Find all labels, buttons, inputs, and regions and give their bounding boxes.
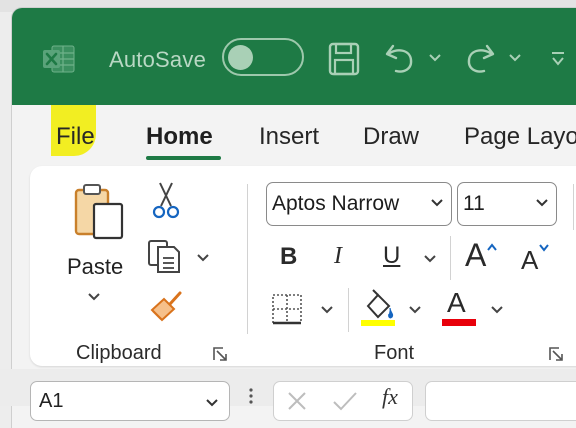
toggle-knob — [228, 45, 253, 70]
font-color-swatch — [442, 319, 476, 326]
title-bar: AutoSave — [12, 8, 576, 105]
font-name-combo[interactable]: Aptos Narrow — [266, 182, 452, 226]
copy-dropdown-chevron-icon[interactable] — [196, 252, 210, 264]
clipboard-dialog-launcher-icon[interactable] — [213, 347, 227, 361]
format-painter-icon[interactable] — [148, 290, 184, 324]
redo-icon[interactable] — [464, 40, 496, 76]
paste-icon[interactable] — [70, 182, 130, 242]
formula-buttons: fx — [273, 381, 413, 421]
undo-icon[interactable] — [384, 40, 416, 76]
tab-insert[interactable]: Insert — [259, 123, 319, 151]
paste-dropdown-chevron-icon[interactable] — [87, 291, 101, 303]
shrink-font-caret-icon — [539, 244, 549, 252]
tab-draw[interactable]: Draw — [363, 123, 419, 151]
tab-file[interactable]: File — [56, 123, 95, 151]
font-size-combo[interactable]: 11 — [457, 182, 557, 226]
chevron-down-icon — [536, 199, 548, 207]
borders-dropdown-chevron-icon[interactable] — [320, 304, 334, 316]
enter-check-icon[interactable] — [332, 390, 358, 412]
more-options-icon[interactable] — [248, 386, 254, 406]
chevron-down-icon — [431, 199, 443, 207]
group-separator — [247, 184, 248, 334]
font-name-value: Aptos Narrow — [272, 192, 400, 215]
grow-font-caret-icon — [487, 243, 497, 251]
cancel-icon[interactable] — [286, 390, 308, 412]
insert-function-button[interactable]: fx — [382, 384, 398, 410]
ribbon-tabs: File Home Insert Draw Page Layo — [12, 105, 576, 165]
font-color-dropdown-chevron-icon[interactable] — [490, 304, 504, 316]
excel-window: AutoSave File Home Insert Draw Page Layo… — [12, 8, 576, 428]
customize-qat-icon[interactable] — [550, 50, 566, 68]
ribbon-home: Paste Clipboard Aptos Narrow 11 B I U A … — [30, 166, 576, 366]
paste-label[interactable]: Paste — [67, 254, 123, 280]
autosave-label: AutoSave — [109, 47, 207, 72]
clipboard-group-label: Clipboard — [76, 342, 162, 364]
shrink-font-button[interactable]: A — [521, 245, 538, 276]
font-dialog-launcher-icon[interactable] — [549, 347, 563, 361]
undo-dropdown-chevron-icon[interactable] — [428, 53, 442, 63]
borders-separator — [348, 288, 349, 332]
grow-font-button[interactable]: A — [465, 237, 486, 274]
bold-button[interactable]: B — [280, 243, 297, 271]
group-separator-right — [573, 184, 574, 230]
name-box-value: A1 — [39, 390, 64, 412]
italic-button[interactable]: I — [334, 243, 342, 270]
cut-icon[interactable] — [151, 180, 181, 220]
chevron-down-icon — [206, 399, 218, 407]
fill-color-icon[interactable] — [360, 288, 398, 328]
underline-dropdown-chevron-icon[interactable] — [423, 253, 437, 265]
font-group-label: Font — [374, 342, 415, 364]
borders-icon[interactable] — [270, 292, 304, 326]
tab-home[interactable]: Home — [146, 123, 213, 151]
underline-button[interactable]: U — [383, 242, 400, 270]
formula-input[interactable] — [425, 381, 576, 421]
excel-icon — [43, 45, 75, 73]
tab-page-layout[interactable]: Page Layo — [464, 123, 576, 151]
font-format-separator — [450, 236, 451, 280]
copy-icon[interactable] — [146, 238, 182, 274]
font-color-button[interactable]: A — [447, 287, 466, 319]
fill-color-dropdown-chevron-icon[interactable] — [408, 304, 422, 316]
save-icon[interactable] — [328, 42, 360, 76]
font-size-value: 11 — [463, 192, 485, 215]
redo-dropdown-chevron-icon[interactable] — [508, 53, 522, 63]
selected-tab-indicator — [146, 156, 221, 160]
autosave-toggle[interactable] — [222, 38, 304, 76]
name-box[interactable]: A1 — [30, 381, 230, 421]
